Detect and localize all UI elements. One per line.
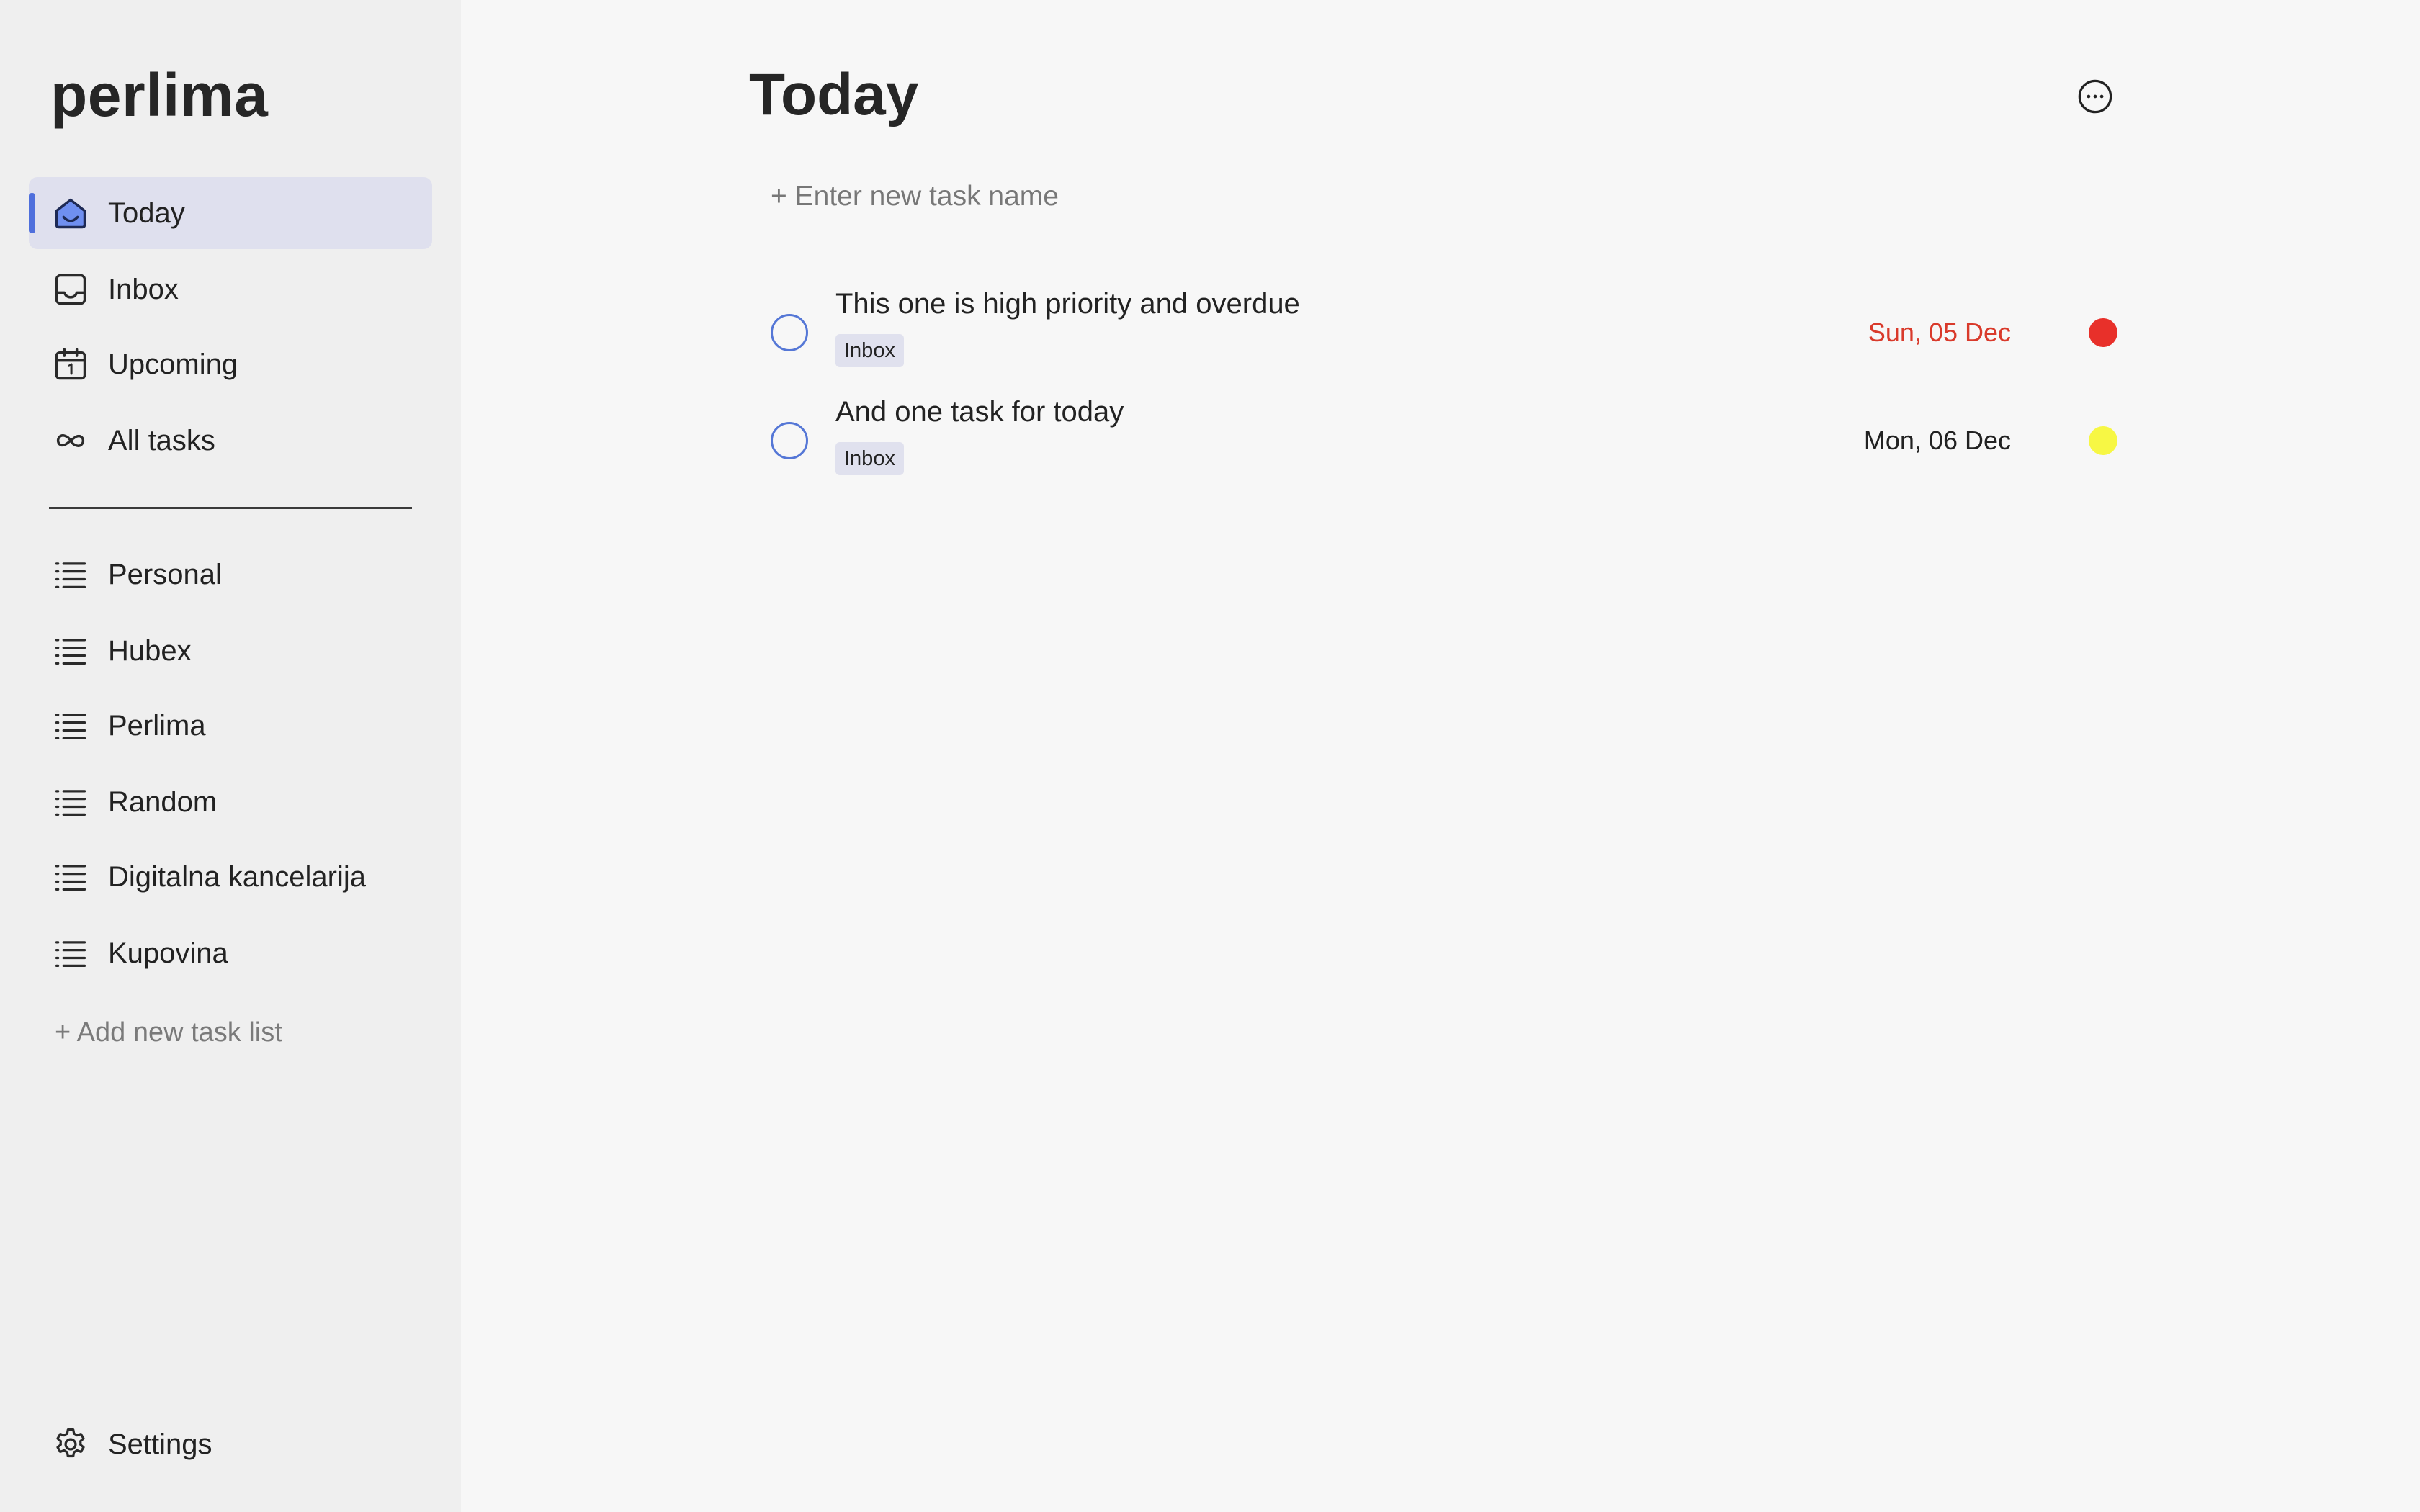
- sidebar-list-perlima[interactable]: Perlima: [29, 690, 432, 762]
- settings-label: Settings: [108, 1428, 212, 1460]
- sidebar-list-random[interactable]: Random: [29, 766, 432, 838]
- list-icon: [55, 562, 86, 588]
- sidebar-list-kupovina[interactable]: Kupovina: [29, 917, 432, 989]
- list-icon: [55, 714, 86, 739]
- sidebar-list-digitalna-kancelarija[interactable]: Digitalna kancelarija: [29, 841, 432, 913]
- app-logo: perlima: [50, 61, 269, 129]
- sidebar-item-inbox[interactable]: Inbox: [29, 253, 432, 325]
- task-complete-checkbox[interactable]: [771, 314, 808, 351]
- inbox-icon: [55, 274, 86, 305]
- sidebar-item-label: Perlima: [108, 710, 206, 742]
- list-icon: [55, 790, 86, 816]
- sidebar-item-all-tasks[interactable]: All tasks: [29, 405, 432, 477]
- more-options-icon[interactable]: [2076, 78, 2114, 115]
- sidebar-divider: [49, 507, 412, 509]
- sidebar-item-label: All tasks: [108, 425, 215, 456]
- list-icon: [55, 941, 86, 967]
- sidebar-item-label: Inbox: [108, 274, 179, 305]
- sidebar-item-label: Upcoming: [108, 348, 238, 380]
- task-list-badge[interactable]: Inbox: [835, 442, 904, 475]
- task-row[interactable]: And one task for today Inbox Mon, 06 Dec: [763, 392, 2118, 492]
- add-task-list-button[interactable]: + Add new task list: [55, 1012, 282, 1053]
- sidebar-list-personal[interactable]: Personal: [29, 539, 432, 611]
- app-window: perlima Today Inbox Upcoming All tasks P…: [0, 0, 2420, 1512]
- task-list-badge[interactable]: Inbox: [835, 334, 904, 367]
- task-title[interactable]: This one is high priority and overdue: [835, 284, 1300, 324]
- page-title: Today: [749, 62, 919, 127]
- sidebar-list-hubex[interactable]: Hubex: [29, 615, 432, 687]
- priority-indicator-high[interactable]: [2089, 318, 2118, 347]
- sidebar-item-label: Digitalna kancelarija: [108, 861, 366, 893]
- main-content: Today This one is high priority and over…: [461, 0, 2420, 1512]
- gear-icon: [56, 1428, 85, 1458]
- settings-button[interactable]: Settings: [29, 1408, 432, 1480]
- list-icon: [55, 865, 86, 891]
- task-row[interactable]: This one is high priority and overdue In…: [763, 284, 2118, 384]
- task-due-date: Sun, 05 Dec: [1868, 318, 2011, 347]
- sidebar-item-label: Personal: [108, 559, 222, 590]
- task-title[interactable]: And one task for today: [835, 392, 1124, 432]
- sidebar-item-label: Today: [108, 197, 185, 229]
- new-task-input[interactable]: [771, 173, 1635, 220]
- priority-indicator-medium[interactable]: [2089, 426, 2118, 455]
- task-complete-checkbox[interactable]: [771, 422, 808, 459]
- infinity-icon: [56, 434, 85, 447]
- sidebar-item-upcoming[interactable]: Upcoming: [29, 328, 432, 400]
- sidebar-item-today[interactable]: Today: [29, 177, 432, 249]
- sidebar-item-label: Random: [108, 786, 218, 818]
- task-due-date: Mon, 06 Dec: [1863, 426, 2011, 455]
- list-icon: [55, 639, 86, 665]
- sidebar-item-label: Hubex: [108, 635, 192, 667]
- home-icon: [55, 198, 86, 229]
- sidebar-item-label: Kupovina: [108, 937, 228, 969]
- sidebar: perlima Today Inbox Upcoming All tasks P…: [0, 0, 461, 1512]
- calendar-icon: [55, 348, 86, 380]
